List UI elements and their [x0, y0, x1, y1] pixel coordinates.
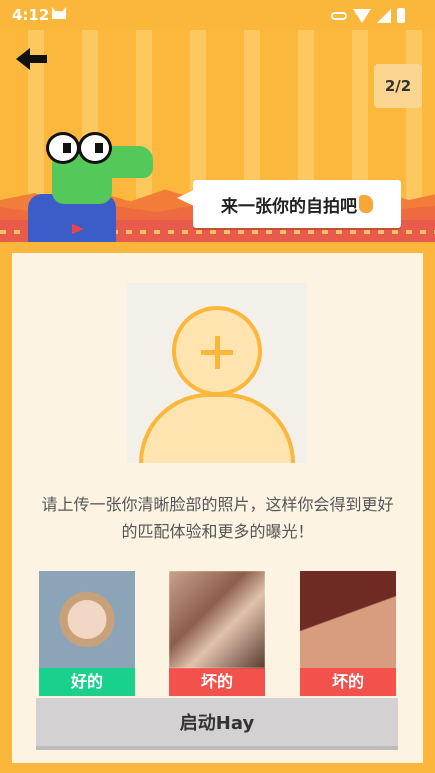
person-silhouette-icon — [139, 393, 295, 463]
instruction-text: 请上传一张你清晰脸部的照片，这样你会得到更好的匹配体验和更多的曝光！ — [41, 495, 394, 541]
sample-label: 好的 — [39, 668, 135, 696]
cat-icon — [52, 7, 66, 19]
sample-label: 坏的 — [169, 668, 265, 696]
battery-icon — [397, 8, 405, 23]
back-button[interactable] — [14, 44, 50, 74]
speech-bubble: 来一张你的自拍吧 — [193, 180, 401, 228]
sample-label: 坏的 — [300, 668, 396, 696]
selfie-hand-icon — [359, 195, 373, 213]
signal-icon — [377, 8, 391, 23]
sample-photo — [300, 571, 396, 668]
status-icons — [331, 8, 405, 23]
status-time: 4:12 — [12, 6, 50, 24]
sample-bad-no-face: 坏的 — [300, 571, 396, 696]
wifi-icon — [353, 8, 371, 23]
sample-photo — [169, 571, 265, 668]
sample-good: 好的 — [39, 571, 135, 696]
sample-bad-blurry: 坏的 — [169, 571, 265, 696]
page-indicator: 2/2 — [374, 64, 422, 108]
key-icon — [331, 11, 347, 20]
status-bar: 4:12 — [0, 0, 435, 30]
upload-card: 请上传一张你清晰脸部的照片，这样你会得到更好的匹配体验和更多的曝光！ 好的 坏的… — [12, 253, 423, 763]
sample-photo — [39, 571, 135, 668]
crocodile-mascot — [28, 124, 153, 242]
photo-upload-placeholder[interactable] — [127, 283, 307, 463]
start-button[interactable]: 启动Hay — [36, 698, 398, 750]
bubble-text: 来一张你的自拍吧 — [221, 196, 357, 217]
